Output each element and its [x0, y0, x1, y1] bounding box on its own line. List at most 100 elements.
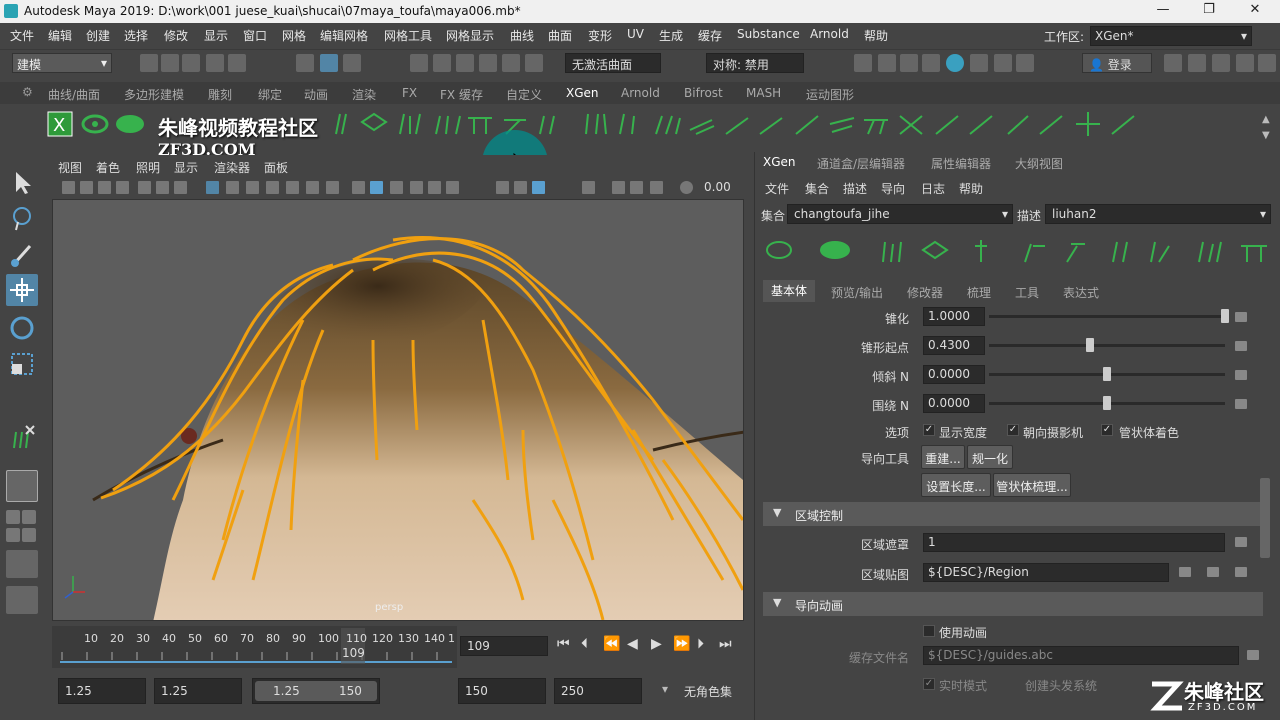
step-back-key-icon[interactable]: ⏪	[603, 636, 620, 652]
menu-edit[interactable]: 编辑	[48, 27, 72, 44]
persp-outliner-layout-icon[interactable]	[6, 528, 20, 542]
shelf-tab-mash[interactable]: MASH	[746, 86, 781, 100]
redo-icon[interactable]	[228, 54, 246, 72]
camera-attr-icon[interactable]	[80, 181, 93, 194]
symmetry-field[interactable]: 对称: 禁用	[706, 53, 804, 73]
tab-xgen[interactable]: XGen	[763, 155, 796, 169]
pause-icon[interactable]	[1016, 54, 1034, 72]
inclination-n-field[interactable]: 0.0000	[923, 365, 985, 384]
subtab-grooming[interactable]: 梳理	[967, 284, 991, 301]
description-select[interactable]: liuhan2 ▾	[1045, 204, 1271, 224]
anti-aliasing-icon[interactable]	[532, 181, 545, 194]
shelf-options-icon[interactable]: ⚙	[22, 85, 33, 99]
menu-cache[interactable]: 缓存	[698, 27, 722, 44]
step-back-frame-icon[interactable]: ⏴	[581, 636, 588, 652]
xgen-menu-guides[interactable]: 导向	[881, 180, 905, 197]
tab-outliner[interactable]: 大纲视图	[1015, 155, 1063, 172]
subtab-expressions[interactable]: 表达式	[1063, 284, 1099, 301]
safe-title-icon[interactable]	[246, 181, 259, 194]
face-camera-checkbox[interactable]: ✓	[1007, 424, 1019, 436]
go-to-end-icon[interactable]: ⏭	[719, 636, 732, 652]
isolate-select-icon[interactable]	[582, 181, 595, 194]
attribute-editor-icon[interactable]	[1188, 54, 1206, 72]
tube-shade-checkbox[interactable]: ✓	[1101, 424, 1113, 436]
menu-file[interactable]: 文件	[10, 27, 34, 44]
menu-uv[interactable]: UV	[627, 27, 644, 41]
shelf-tab-bifrost[interactable]: Bifrost	[684, 86, 723, 100]
menu-display[interactable]: 显示	[204, 27, 228, 44]
field-chart-icon[interactable]	[286, 181, 299, 194]
subtab-primitives[interactable]: 基本体	[763, 280, 816, 302]
subtab-utilities[interactable]: 工具	[1015, 284, 1039, 301]
workspace-select[interactable]: XGen* ▾	[1090, 26, 1252, 46]
taper-start-field[interactable]: 0.4300	[923, 336, 985, 355]
shelf-tab-xgen[interactable]: XGen	[566, 86, 599, 100]
wireframe-icon[interactable]	[352, 181, 365, 194]
animation-start-field[interactable]: 1.25	[58, 678, 146, 704]
tab-channel-box[interactable]: 通道盒/层编辑器	[817, 155, 905, 172]
arnold-ipr-icon[interactable]	[994, 54, 1012, 72]
expression-icon[interactable]	[1235, 370, 1247, 380]
taper-slider[interactable]	[989, 315, 1225, 318]
shelf-tab-rigging[interactable]: 绑定	[258, 86, 282, 103]
subtab-preview-output[interactable]: 预览/输出	[831, 284, 883, 301]
grid-icon[interactable]	[206, 181, 219, 194]
vp-menu-show[interactable]: 显示	[174, 159, 198, 176]
panel-scrollbar[interactable]	[1260, 478, 1270, 558]
persp-graph-layout-icon[interactable]	[22, 528, 36, 542]
play-forwards-icon[interactable]: ▶	[651, 636, 662, 652]
ipr-icon[interactable]	[900, 54, 918, 72]
isolate-icon[interactable]	[326, 181, 339, 194]
shelf-tab-motion-graphics[interactable]: 运动图形	[806, 86, 854, 103]
character-set-select[interactable]: 无角色集	[684, 683, 732, 700]
taper-start-slider[interactable]	[989, 344, 1225, 347]
use-lights-icon[interactable]	[428, 181, 441, 194]
single-view-layout-icon[interactable]	[6, 470, 38, 502]
current-frame-field[interactable]: 109	[460, 636, 548, 656]
vp-menu-lighting[interactable]: 照明	[136, 159, 160, 176]
render-settings-icon[interactable]	[922, 54, 940, 72]
taper-slider-knob[interactable]	[1221, 309, 1229, 323]
live-surface-field[interactable]: 无激活曲面	[565, 53, 661, 73]
subtab-modifiers[interactable]: 修改器	[907, 284, 943, 301]
set-length-button[interactable]: 设置长度...	[921, 473, 991, 497]
undo-icon[interactable]	[206, 54, 224, 72]
outliner-icon[interactable]	[6, 586, 38, 614]
textured-icon[interactable]	[410, 181, 423, 194]
snap-curve-icon[interactable]	[433, 54, 451, 72]
arnold-render-icon[interactable]	[970, 54, 988, 72]
menu-help[interactable]: 帮助	[864, 27, 888, 44]
wireframe-on-shaded-icon[interactable]	[390, 181, 403, 194]
region-mask-field[interactable]: 1	[923, 533, 1225, 552]
step-forward-key-icon[interactable]: ⏩	[673, 636, 690, 652]
collection-select[interactable]: changtoufa_jihe ▾	[787, 204, 1013, 224]
vp-menu-shading[interactable]: 着色	[96, 159, 120, 176]
snap-surface-icon[interactable]	[502, 54, 520, 72]
shelf-tab-animation[interactable]: 动画	[304, 86, 328, 103]
rebuild-button[interactable]: 重建...	[921, 445, 965, 469]
vp-menu-panels[interactable]: 面板	[264, 159, 288, 176]
image-plane-icon[interactable]	[116, 181, 129, 194]
channel-box-icon[interactable]	[1236, 54, 1254, 72]
expression-icon[interactable]	[1235, 341, 1247, 351]
modeling-toolkit-icon[interactable]	[1164, 54, 1182, 72]
safe-action-icon[interactable]	[226, 181, 239, 194]
tube-groom-button[interactable]: 管状体梳理...	[993, 473, 1071, 497]
save-scene-icon[interactable]	[182, 54, 200, 72]
expression-icon[interactable]	[1235, 537, 1247, 547]
bookmark-icon[interactable]	[98, 181, 111, 194]
snap-grid-icon[interactable]	[410, 54, 428, 72]
motion-blur-icon[interactable]	[514, 181, 527, 194]
playback-end-field[interactable]: 150	[458, 678, 546, 704]
tool-settings-icon[interactable]	[1212, 54, 1230, 72]
maximize-button[interactable]: ❐	[1194, 2, 1224, 20]
move-tool-icon[interactable]	[6, 274, 38, 306]
playback-start-field[interactable]: 1.25	[154, 678, 242, 704]
mode-select[interactable]: 建模 ▾	[12, 53, 112, 73]
expression-icon[interactable]	[1235, 312, 1247, 322]
shadows-icon[interactable]	[446, 181, 459, 194]
xgen-groom-tool-icon[interactable]	[6, 420, 38, 452]
select-tool-icon[interactable]	[6, 166, 38, 198]
step-forward-frame-icon[interactable]: ⏵	[697, 636, 704, 652]
menu-edit-mesh[interactable]: 编辑网格	[320, 27, 368, 44]
